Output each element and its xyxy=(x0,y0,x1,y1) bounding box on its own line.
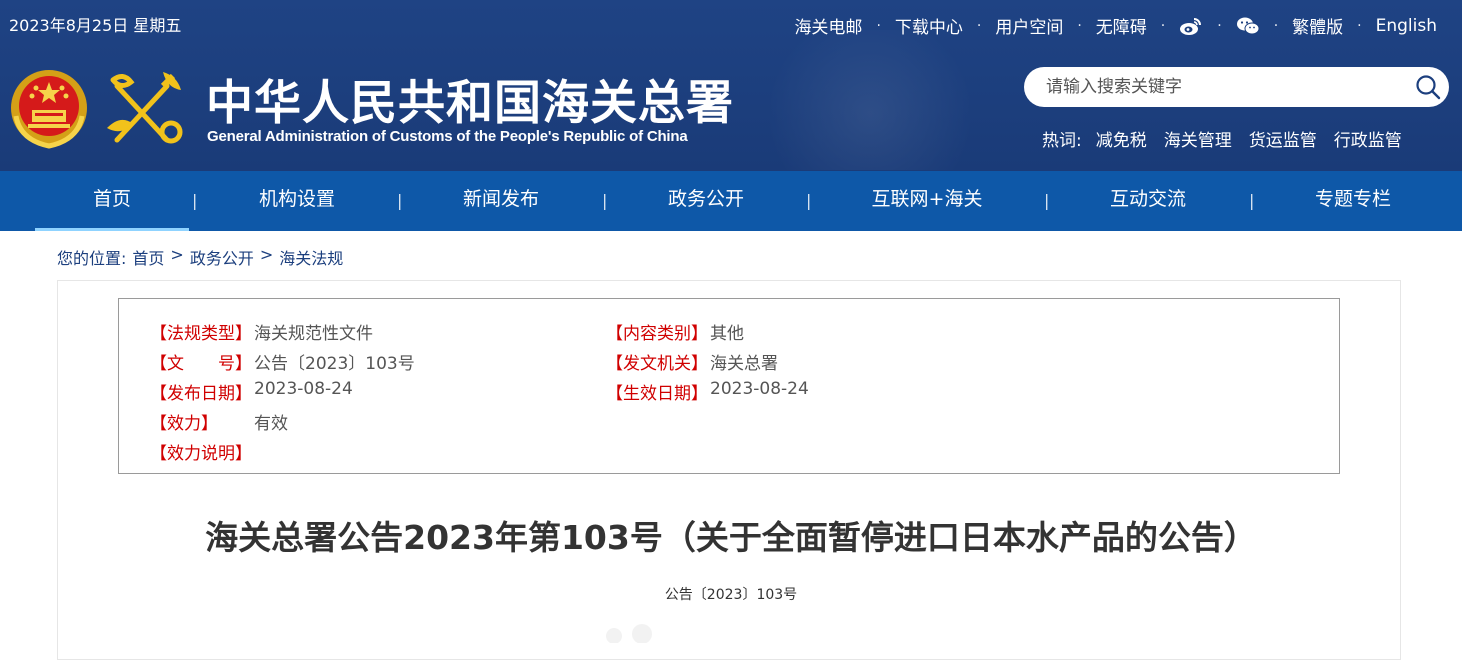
link-accessibility[interactable]: 无障碍 xyxy=(1096,13,1147,38)
site-title-chinese: 中华人民共和国海关总署 xyxy=(206,76,734,131)
nav-divider: | xyxy=(602,191,608,210)
info-label: 【生效日期】 xyxy=(606,384,708,404)
nav-interaction[interactable]: 互动交流 xyxy=(1071,171,1225,231)
breadcrumb-home[interactable]: 首页 xyxy=(132,245,164,269)
header-pattern xyxy=(720,30,1020,170)
nav-divider: | xyxy=(1249,191,1255,210)
nav-special-topics[interactable]: 专题专栏 xyxy=(1276,171,1430,231)
document-number: 公告〔2023〕103号 xyxy=(664,587,798,603)
separator-dot: · xyxy=(976,17,982,34)
info-label: 【效力说明】 xyxy=(150,444,252,464)
separator-dot: · xyxy=(1160,17,1166,34)
separator-dot: · xyxy=(876,17,881,34)
info-row-publish-date: 【发布日期】 2023-08-24 xyxy=(150,379,353,404)
nav-divider: | xyxy=(192,191,198,210)
breadcrumb-separator: > xyxy=(259,245,274,264)
info-label: 【文 号】 xyxy=(150,354,252,374)
separator-dot: · xyxy=(1077,17,1082,34)
wechat-icon[interactable] xyxy=(1236,16,1260,36)
info-label: 【法规类型】 xyxy=(150,324,252,344)
info-row-validity-note: 【效力说明】 xyxy=(150,439,254,464)
link-traditional-chinese[interactable]: 繁體版 xyxy=(1292,13,1343,38)
link-email[interactable]: 海关电邮 xyxy=(794,13,862,38)
current-date: 2023年8月25日 星期五 xyxy=(9,16,182,35)
nav-divider: | xyxy=(397,191,403,210)
hot-keywords: 热词: 减免税 海关管理 货运监管 行政监管 xyxy=(1042,126,1419,151)
watermark-icon xyxy=(600,616,660,644)
hot-keyword-3[interactable]: 货运监管 xyxy=(1249,126,1317,151)
info-value: 公告〔2023〕103号 xyxy=(254,354,415,374)
nav-organization[interactable]: 机构设置 xyxy=(220,171,374,231)
site-header: 2023年8月25日 星期五 海关电邮 · 下载中心 · 用户空间 · 无障碍 … xyxy=(0,0,1462,171)
link-english[interactable]: English xyxy=(1376,16,1437,36)
breadcrumb-customs-regulations[interactable]: 海关法规 xyxy=(279,245,343,269)
hot-keywords-label: 热词: xyxy=(1042,131,1082,151)
separator-dot: · xyxy=(1357,17,1362,34)
top-links: 海关电邮 · 下载中心 · 用户空间 · 无障碍 · · · 繁體版 · Eng… xyxy=(794,13,1437,39)
breadcrumb-government-affairs[interactable]: 政务公开 xyxy=(190,245,254,269)
site-title-english: General Administration of Customs of the… xyxy=(207,128,688,145)
info-value: 海关规范性文件 xyxy=(254,324,373,344)
info-label: 【发布日期】 xyxy=(150,384,252,404)
hot-keyword-2[interactable]: 海关管理 xyxy=(1164,126,1232,151)
main-navigation: 首页 | 机构设置 | 新闻发布 | 政务公开 | 互联网+海关 | 互动交流 … xyxy=(0,171,1462,231)
info-row-issuing-authority: 【发文机关】 海关总署 xyxy=(606,349,778,374)
info-row-validity: 【效力】 有效 xyxy=(150,409,288,434)
nav-divider: | xyxy=(806,191,812,210)
info-label: 【发文机关】 xyxy=(606,354,708,374)
breadcrumb: 您的位置: 首页 > 政务公开 > 海关法规 xyxy=(57,245,349,269)
info-value: 有效 xyxy=(254,414,288,434)
hot-keyword-4[interactable]: 行政监管 xyxy=(1334,126,1402,151)
nav-news[interactable]: 新闻发布 xyxy=(424,171,578,231)
search-box xyxy=(1024,67,1449,107)
info-label: 【效力】 xyxy=(150,414,218,434)
hot-keyword-1[interactable]: 减免税 xyxy=(1096,126,1147,151)
info-label: 【内容类别】 xyxy=(606,324,708,344)
info-value: 其他 xyxy=(710,324,744,344)
search-icon[interactable] xyxy=(1415,74,1441,100)
nav-divider: | xyxy=(1044,191,1050,210)
info-row-regulation-type: 【法规类型】 海关规范性文件 xyxy=(150,319,373,344)
separator-dot: · xyxy=(1217,17,1222,34)
breadcrumb-prefix: 您的位置: xyxy=(57,249,127,268)
national-emblem-icon xyxy=(8,66,90,150)
info-value: 2023-08-24 xyxy=(254,379,353,399)
weibo-icon[interactable] xyxy=(1179,16,1203,36)
document-title: 海关总署公告2023年第103号（关于全面暂停进口日本水产品的公告） xyxy=(205,518,1257,557)
info-row-content-category: 【内容类别】 其他 xyxy=(606,319,744,344)
search-input[interactable] xyxy=(1046,75,1386,99)
breadcrumb-separator: > xyxy=(170,245,184,264)
link-download-center[interactable]: 下载中心 xyxy=(895,13,963,38)
info-row-document-number: 【文 号】 公告〔2023〕103号 xyxy=(150,349,415,374)
info-value: 海关总署 xyxy=(710,354,778,374)
nav-internet-customs[interactable]: 互联网+海关 xyxy=(840,171,1014,231)
link-user-space[interactable]: 用户空间 xyxy=(995,13,1063,38)
nav-home[interactable]: 首页 xyxy=(35,171,189,231)
separator-dot: · xyxy=(1273,17,1279,34)
info-row-effective-date: 【生效日期】 2023-08-24 xyxy=(606,379,809,404)
customs-logo-icon xyxy=(105,68,187,152)
nav-government-affairs[interactable]: 政务公开 xyxy=(629,171,783,231)
info-value: 2023-08-24 xyxy=(710,379,809,399)
